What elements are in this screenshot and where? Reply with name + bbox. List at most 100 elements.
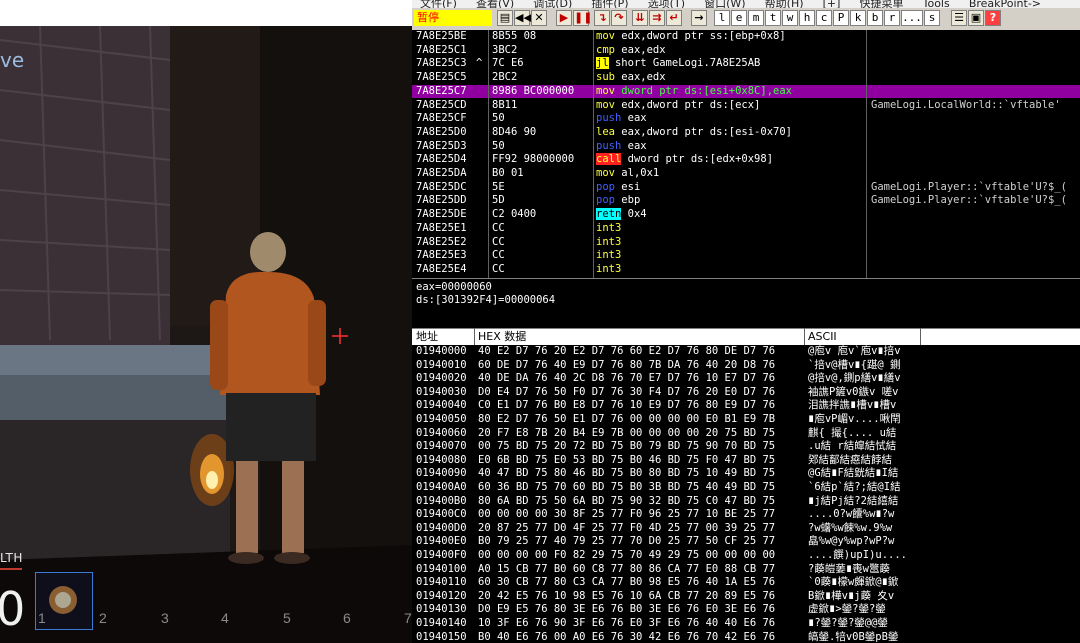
dump-address: 019400D0 (416, 521, 467, 534)
run-icon[interactable]: ▶ (556, 10, 572, 26)
menu-file[interactable]: 文件(F) (420, 0, 457, 8)
toolbar-btn-s[interactable]: s (924, 10, 940, 26)
hotbar-slot-3[interactable]: 3 (161, 610, 169, 626)
toolbar-btn-t[interactable]: t (765, 10, 781, 26)
dump-row[interactable]: 01940060 20 F7 E8 7B 20 B4 E9 7B 00 00 00… (412, 427, 1080, 441)
menu-plus[interactable]: [+] (823, 0, 841, 8)
open-icon[interactable]: ▤ (497, 10, 513, 26)
disasm-row[interactable]: 7A8E25E1 CC int3 (412, 222, 1080, 236)
dump-row[interactable]: 01940000 40 E2 D7 76 20 E2 D7 76 60 E2 D7… (412, 345, 1080, 359)
dump-address: 01940120 (416, 589, 467, 602)
hotbar-slot-6[interactable]: 6 (343, 610, 351, 626)
list-icon[interactable]: ☰ (951, 10, 967, 26)
disasm-row[interactable]: 7A8E25C7 8986 BC000000 mov dword ptr ds:[e… (412, 84, 1080, 99)
goto-icon[interactable]: → (691, 10, 707, 26)
disasm-row[interactable]: 7A8E25DE C2 0400 retn 0x4 (412, 208, 1080, 222)
disasm-row[interactable]: 7A8E25D0 8D46 90 lea eax,dword ptr ds:[esi… (412, 126, 1080, 140)
disasm-row[interactable]: 7A8E25DD 5D pop ebp GameLogi.Player::`vftab… (412, 194, 1080, 208)
help-icon[interactable]: ? (985, 10, 1001, 26)
dump-header-hex[interactable]: HEX 数据 (478, 329, 526, 345)
disasm-address: 7A8E25DC (416, 180, 467, 193)
toolbar-btn-m[interactable]: m (748, 10, 764, 26)
dump-row[interactable]: 019400A0 60 36 BD 75 70 60 BD 75 B0 3B BD… (412, 481, 1080, 495)
dump-row[interactable]: 01940110 60 30 CB 77 80 C3 CA 77 B0 98 E5… (412, 576, 1080, 590)
dump-row[interactable]: 01940070 00 75 BD 75 20 72 BD 75 B0 79 BD… (412, 440, 1080, 454)
toolbar-btn-h[interactable]: h (799, 10, 815, 26)
menu-breakpoint[interactable]: BreakPoint-> (969, 0, 1041, 8)
close-icon[interactable]: ✕ (531, 10, 547, 26)
disasm-row[interactable]: 7A8E25CF 50 push eax (412, 112, 1080, 126)
trace-into-icon[interactable]: ⇊ (632, 10, 648, 26)
disasm-row[interactable]: 7A8E25C3 ^ 7C E6 jl short GameLogi.7A8E25AB (412, 57, 1080, 71)
menu-view[interactable]: 查看(V) (476, 0, 514, 8)
health-value: 0 (0, 582, 26, 636)
disasm-row[interactable]: 7A8E25E2 CC int3 (412, 236, 1080, 250)
memory-dump-pane[interactable]: 01940000 40 E2 D7 76 20 E2 D7 76 60 E2 D7… (412, 345, 1080, 643)
menu-help[interactable]: 帮助(H) (765, 0, 804, 8)
dump-row[interactable]: 01940080 E0 6B BD 75 E0 53 BD 75 B0 46 BD… (412, 454, 1080, 468)
rewind-icon[interactable]: ◀◀ (514, 10, 532, 26)
dump-row[interactable]: 019400F0 00 00 00 00 F0 82 29 75 70 49 29… (412, 549, 1080, 563)
dump-row[interactable]: 01940100 A0 15 CB 77 B0 60 C8 77 80 86 CA… (412, 563, 1080, 577)
toolbar-btn-l[interactable]: l (714, 10, 730, 26)
dump-row[interactable]: 01940090 40 47 BD 75 80 46 BD 75 B0 80 BD… (412, 467, 1080, 481)
dump-row[interactable]: 019400B0 80 6A BD 75 50 6A BD 75 90 32 BD… (412, 495, 1080, 509)
disasm-row[interactable]: 7A8E25E4 CC int3 (412, 263, 1080, 277)
toolbar-btn-P[interactable]: P (833, 10, 849, 26)
dump-row[interactable]: 01940120 20 42 E5 76 10 98 E5 76 10 6A CB… (412, 590, 1080, 604)
dump-row[interactable]: 019400D0 20 87 25 77 D0 4F 25 77 F0 4D 25… (412, 522, 1080, 536)
step-over-icon[interactable]: ↷ (611, 10, 627, 26)
dump-row[interactable]: 01940150 B0 40 E6 76 00 A0 E6 76 30 42 E6… (412, 631, 1080, 643)
step-into-icon[interactable]: ↴ (594, 10, 610, 26)
dump-row[interactable]: 01940040 C0 E1 D7 76 B0 E8 D7 76 10 E9 D7… (412, 399, 1080, 413)
disasm-row[interactable]: 7A8E25D4 FF92 98000000 call dword ptr ds:[… (412, 153, 1080, 167)
hotbar-slot-7[interactable]: 7 (404, 610, 412, 626)
disasm-row[interactable]: 7A8E25D3 50 push eax (412, 140, 1080, 154)
execute-till-return-icon[interactable]: ↵ (666, 10, 682, 26)
toolbar-btn-e[interactable]: e (731, 10, 747, 26)
menu-plugins[interactable]: 插件(P) (591, 0, 628, 8)
toolbar-btn-b[interactable]: b (867, 10, 883, 26)
dump-header-address[interactable]: 地址 (416, 329, 438, 345)
disasm-row[interactable]: 7A8E25E3 CC int3 (412, 249, 1080, 263)
pause-icon[interactable]: ❚❚ (573, 10, 592, 26)
toolbar-btn-w[interactable]: w (782, 10, 798, 26)
menu-options[interactable]: 选项(T) (648, 0, 685, 8)
hotbar-slot-1[interactable]: 1 (38, 610, 46, 626)
toolbar-btn-c[interactable]: c (816, 10, 832, 26)
disasm-row[interactable]: 7A8E25DC 5E pop esi GameLogi.Player::`vftab… (412, 181, 1080, 195)
hotbar-slot-2[interactable]: 2 (99, 610, 107, 626)
dump-row[interactable]: 01940010 60 DE D7 76 40 E9 D7 76 80 7B DA… (412, 359, 1080, 373)
dump-row[interactable]: 01940130 D0 E9 E5 76 80 3E E6 76 B0 3E E6… (412, 603, 1080, 617)
disasm-row[interactable]: 7A8E25C5 2BC2 sub eax,edx (412, 71, 1080, 85)
dump-row[interactable]: 019400C0 00 00 00 00 30 8F 25 77 F0 96 25… (412, 508, 1080, 522)
menu-debug[interactable]: 调试(D) (533, 0, 572, 8)
hotbar-slot-5[interactable]: 5 (283, 610, 291, 626)
dump-row[interactable]: 01940030 D0 E4 D7 76 50 F0 D7 76 30 F4 D7… (412, 386, 1080, 400)
disasm-instruction: retn 0x4 (596, 208, 647, 222)
dump-row[interactable]: 01940020 40 DE DA 76 40 2C D8 76 70 E7 D7… (412, 372, 1080, 386)
disasm-row[interactable]: 7A8E25CD 8B11 mov edx,dword ptr ds:[ecx] Ga… (412, 99, 1080, 113)
dump-address: 01940010 (416, 358, 467, 371)
toolbar-btn-more[interactable]: ... (901, 10, 923, 26)
disasm-row[interactable]: 7A8E25C1 3BC2 cmp eax,edx (412, 44, 1080, 58)
dump-row[interactable]: 01940050 80 E2 D7 76 50 E1 D7 76 00 00 00… (412, 413, 1080, 427)
disasm-row[interactable]: 7A8E25DA B0 01 mov al,0x1 (412, 167, 1080, 181)
dump-row[interactable]: 01940140 10 3F E6 76 90 3F E6 76 E0 3F E6… (412, 617, 1080, 631)
disasm-opcode: sub (596, 71, 615, 84)
disasm-row[interactable]: 7A8E25BE 8B55 08 mov edx,dword ptr ss:[ebp… (412, 30, 1080, 44)
hotbar-slot-4[interactable]: 4 (221, 610, 229, 626)
menu-window[interactable]: 窗口(W) (704, 0, 745, 8)
disasm-opcode: pop (596, 194, 615, 207)
disassembly-pane[interactable]: 7A8E25BE 8B55 08 mov edx,dword ptr ss:[ebp… (412, 30, 1080, 278)
dump-header-ascii[interactable]: ASCII (808, 329, 837, 345)
menu-tools[interactable]: Tools (923, 0, 950, 8)
menu-shortcut[interactable]: 快捷菜单 (860, 0, 904, 8)
trace-over-icon[interactable]: ⇉ (649, 10, 665, 26)
game-viewport[interactable]: ve LTH 0 1 2 3 4 5 6 7 (0, 0, 412, 643)
toolbar-btn-r[interactable]: r (884, 10, 900, 26)
disasm-bytes: CC (492, 235, 505, 248)
window-icon[interactable]: ▣ (968, 10, 984, 26)
toolbar-btn-k[interactable]: k (850, 10, 866, 26)
dump-row[interactable]: 019400E0 B0 79 25 77 40 79 25 77 70 D0 25… (412, 535, 1080, 549)
